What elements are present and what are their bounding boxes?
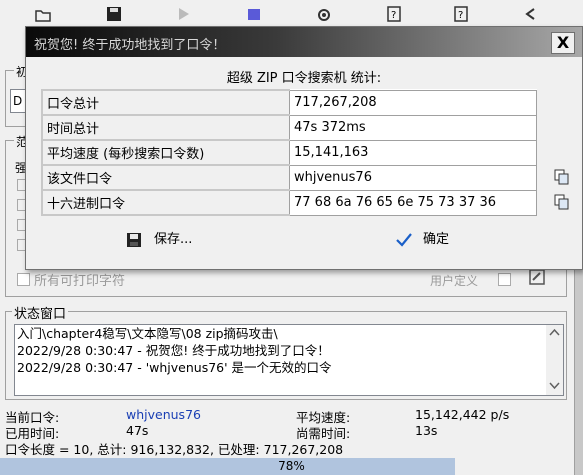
row-label: 平均速度 (每秒搜索口令数): [41, 139, 290, 166]
table-row: 平均速度 (每秒搜索口令数) 15,141,163: [41, 139, 537, 166]
row-value: 47s 372ms: [289, 114, 537, 141]
status-window-title: 状态窗口: [12, 303, 69, 322]
save-button-label: 保存...: [154, 232, 193, 247]
attack-type-groupbox: 初 D: [5, 63, 32, 127]
row-label: 口令总计: [41, 89, 290, 116]
help-question-icon[interactable]: ?: [452, 6, 470, 22]
svg-text:?: ?: [458, 10, 463, 21]
stats-heading: 超级 ZIP 口令搜索机 统计:: [226, 71, 382, 86]
close-button[interactable]: X: [551, 32, 575, 54]
user-defined-checkbox[interactable]: [498, 273, 511, 286]
row-label: 时间总计: [41, 114, 290, 141]
ok-button-label: 确定: [423, 232, 450, 247]
dialog-title: 祝贺您! 终于成功地找到了口令！: [34, 38, 226, 53]
app-toolbar: ? ?: [0, 0, 583, 26]
success-dialog: 祝贺您! 终于成功地找到了口令！ X 超级 ZIP 口令搜索机 统计: 口令总计…: [25, 26, 583, 270]
log-line: 入门\chapter4稳写\文本隐写\08 zip摘码攻击\: [17, 326, 278, 341]
avg-speed-value: 15,142,442 p/s: [415, 407, 510, 422]
row-value: 77 68 6a 76 65 6e 75 73 37 36: [289, 189, 537, 216]
row-value: 717,267,208: [289, 89, 537, 116]
save-disk-icon[interactable]: [105, 6, 123, 22]
copy-password-icon[interactable]: [554, 169, 570, 185]
printable-chars-label: 所有可打印字符: [34, 274, 126, 289]
table-row: 十六进制口令 77 68 6a 76 65 6e 75 73 37 36: [41, 189, 537, 216]
help-book-icon[interactable]: ?: [385, 6, 403, 22]
log-line: 2022/9/28 0:30:47 - 'whjvenus76' 是一个无效的口…: [17, 360, 332, 375]
log-scrollbar[interactable]: [546, 325, 563, 395]
user-defined-label: 用户定义: [430, 274, 479, 288]
open-folder-icon[interactable]: [34, 6, 52, 22]
status-log-list[interactable]: 入门\chapter4稳写\文本隐写\08 zip摘码攻击\ 2022/9/28…: [14, 324, 564, 396]
row-label: 该文件口令: [41, 164, 290, 191]
table-row: 该文件口令 whjvenus76: [41, 164, 537, 191]
log-line: 2022/9/28 0:30:47 - 祝贺您! 终于成功地找到了口令！: [17, 343, 330, 358]
table-row: 口令总计 717,267,208: [41, 89, 537, 116]
settings-gear-icon[interactable]: [315, 6, 333, 22]
save-disk-icon: [127, 233, 141, 247]
summary-line: 口令长度 = 10, 总计: 916,132,832, 已处理: 717,267…: [5, 442, 344, 457]
checkmark-icon: [396, 233, 412, 247]
scroll-down-icon[interactable]: [549, 381, 560, 391]
charset-edit-icon[interactable]: [528, 268, 546, 286]
printable-chars-checkbox[interactable]: [17, 273, 30, 286]
row-value: whjvenus76: [289, 164, 537, 191]
row-label: 十六进制口令: [41, 189, 290, 216]
table-row: 时间总计 47s 372ms: [41, 114, 537, 141]
play-icon[interactable]: [175, 6, 193, 22]
elapsed-time-value: 47s: [126, 423, 149, 438]
stats-table: 口令总计 717,267,208 时间总计 47s 372ms 平均速度 (每秒…: [41, 89, 537, 216]
svg-text:?: ?: [391, 10, 396, 21]
row-value: 15,141,163: [289, 139, 537, 166]
status-window-groupbox: 状态窗口 入门\chapter4稳写\文本隐写\08 zip摘码攻击\ 2022…: [5, 303, 567, 400]
stop-icon[interactable]: [245, 6, 263, 22]
current-password-value: whjvenus76: [126, 407, 201, 422]
scroll-up-icon[interactable]: [549, 327, 560, 337]
ok-button[interactable]: 确定: [396, 228, 456, 252]
progress-percent: 78%: [278, 459, 305, 473]
exit-icon[interactable]: [522, 6, 540, 22]
dialog-titlebar: 祝贺您! 终于成功地找到了口令！ X: [26, 27, 582, 57]
remaining-time-value: 13s: [415, 423, 438, 438]
copy-hex-icon[interactable]: [554, 194, 570, 210]
